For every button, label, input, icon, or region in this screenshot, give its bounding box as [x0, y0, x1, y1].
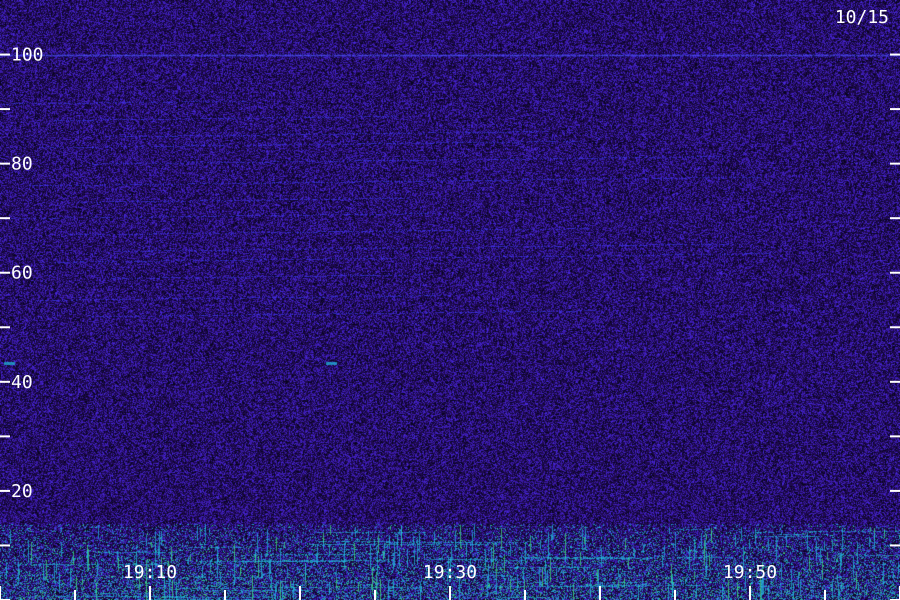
y-tick-label: 40	[11, 372, 33, 393]
y-tick-label: 60	[11, 263, 33, 284]
y-tick-label: 80	[11, 154, 33, 175]
y-tick-label: 100	[11, 45, 44, 66]
date-label: 10/15	[835, 7, 889, 28]
y-ticks-left	[0, 53, 10, 600]
x-tick-labels: 19:10 19:30 19:50	[123, 562, 777, 583]
x-tick-label: 19:10	[123, 562, 177, 583]
x-ticks	[0, 586, 900, 600]
x-tick-label: 19:30	[423, 562, 477, 583]
y-tick-label: 20	[11, 481, 33, 502]
axis-overlay: 100 80 60 40 20 19:10 19:30 19:50 10/15	[0, 7, 900, 600]
x-tick-label: 19:50	[723, 562, 777, 583]
y-tick-labels: 100 80 60 40 20	[11, 45, 44, 502]
y-ticks-right	[890, 53, 900, 600]
